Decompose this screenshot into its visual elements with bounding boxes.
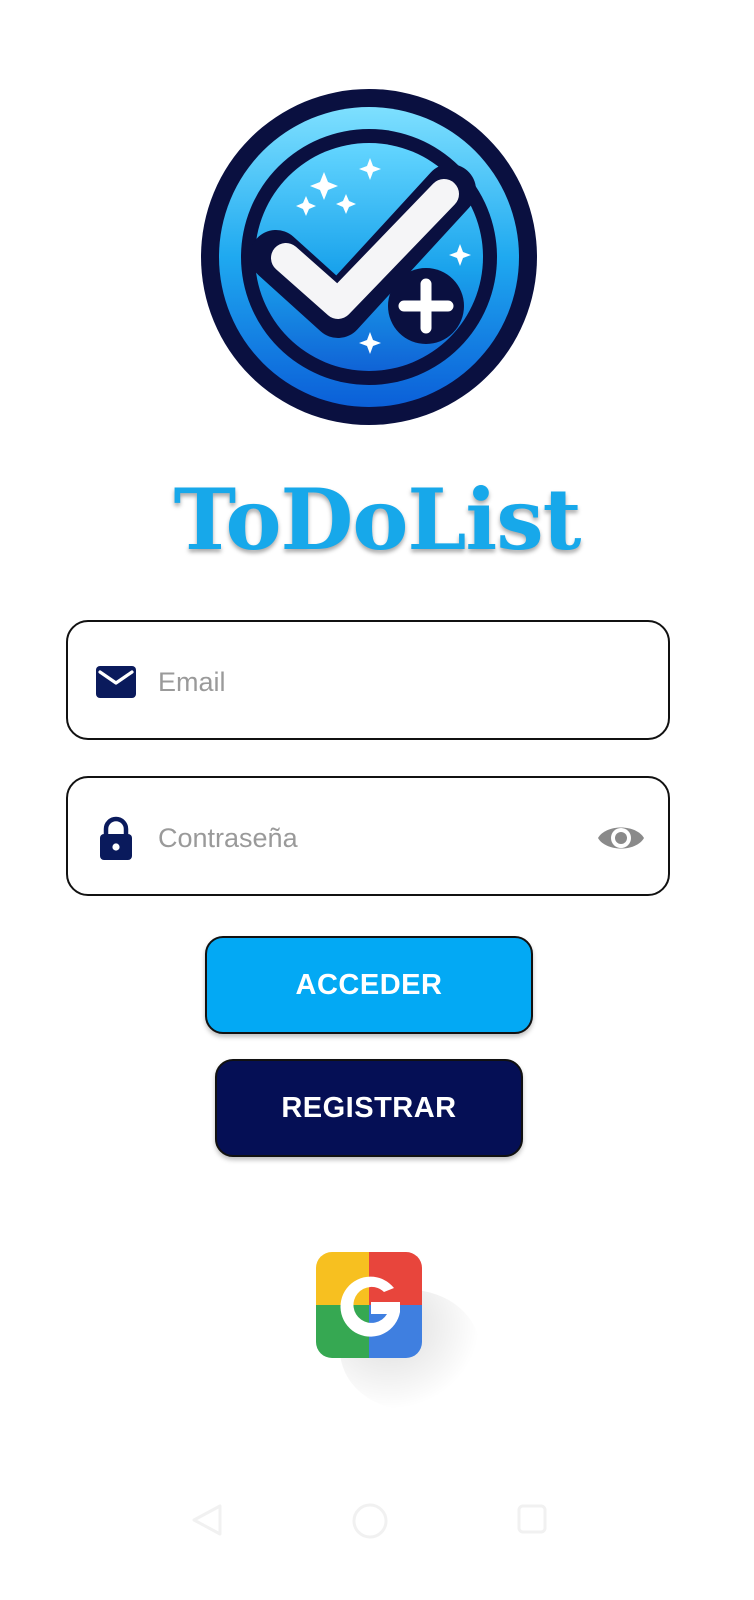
login-button[interactable]: ACCEDER	[205, 936, 533, 1034]
email-field[interactable]	[66, 620, 670, 740]
home-circle-icon[interactable]	[350, 1501, 390, 1541]
google-icon[interactable]	[316, 1252, 422, 1358]
password-field[interactable]	[66, 776, 670, 896]
system-navigation-bar	[0, 1480, 754, 1570]
app-title: ToDoList	[173, 470, 582, 569]
eye-icon[interactable]	[596, 818, 646, 858]
envelope-icon	[96, 666, 136, 698]
password-input[interactable]	[156, 808, 580, 868]
email-input[interactable]	[156, 652, 580, 712]
lock-icon	[100, 816, 132, 860]
back-triangle-icon[interactable]	[188, 1500, 224, 1540]
recents-square-icon[interactable]	[515, 1502, 549, 1536]
register-button[interactable]: REGISTRAR	[215, 1059, 523, 1157]
app-logo-icon	[201, 89, 537, 425]
login-screen: ToDoList ACCEDER REGISTRAR	[0, 0, 754, 1600]
